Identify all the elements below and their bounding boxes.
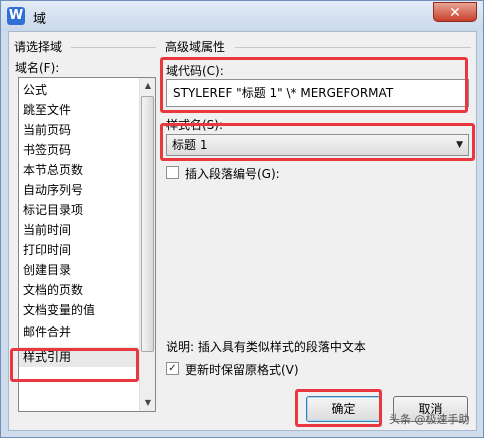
- right-group-divider: [235, 47, 471, 48]
- close-button[interactable]: ✕: [433, 2, 477, 22]
- dialog-window: W 域 ✕ 请选择域 域名(F): 公式 跳至文件 当前页码 书签页码 本节总页…: [0, 0, 484, 438]
- list-item[interactable]: 标记目录项: [23, 200, 83, 220]
- list-scrollbar[interactable]: ▲ ▼: [139, 78, 155, 411]
- list-item[interactable]: 当前页码: [23, 120, 71, 140]
- scroll-down-icon[interactable]: ▼: [140, 395, 155, 411]
- list-item[interactable]: 邮件合并: [23, 322, 71, 342]
- list-item[interactable]: 书签页码: [23, 140, 71, 160]
- list-item[interactable]: 文档变量的值: [23, 300, 95, 320]
- highlight-ok-button: [295, 389, 382, 427]
- list-item[interactable]: 自动序列号: [23, 180, 83, 200]
- insert-para-num-label[interactable]: 插入段落编号(G):: [185, 165, 280, 182]
- highlight-list-selection: [10, 348, 139, 382]
- list-item[interactable]: 当前时间: [23, 220, 71, 240]
- watermark-text: 头条 @极速手助: [389, 413, 470, 426]
- list-item[interactable]: 打印时间: [23, 240, 71, 260]
- wps-writer-icon: W: [7, 7, 25, 25]
- description-text: 说明: 插入具有类似样式的段落中文本: [166, 340, 366, 354]
- preserve-format-label[interactable]: 更新时保留原格式(V): [185, 361, 299, 378]
- preserve-format-checkbox[interactable]: ✓: [166, 362, 179, 375]
- scroll-thumb[interactable]: [141, 96, 154, 352]
- list-item[interactable]: 文档的页数: [23, 280, 83, 300]
- right-group-heading: 高级域属性: [165, 40, 226, 54]
- list-item[interactable]: 公式: [23, 80, 47, 100]
- scroll-up-icon[interactable]: ▲: [140, 78, 155, 94]
- list-item[interactable]: 本节总页数: [23, 160, 83, 180]
- highlight-style-name: [160, 123, 475, 161]
- checkmark-icon: ✓: [168, 363, 177, 374]
- left-group-divider: [71, 47, 156, 48]
- title-bar[interactable]: W 域 ✕: [1, 1, 483, 31]
- list-item[interactable]: 创建目录: [23, 260, 71, 280]
- list-item[interactable]: 跳至文件: [23, 100, 71, 120]
- field-names-label: 域名(F):: [15, 61, 60, 75]
- insert-para-num-checkbox[interactable]: [166, 166, 179, 179]
- left-group-heading: 请选择域: [14, 40, 63, 54]
- highlight-field-code: [160, 57, 468, 113]
- close-icon: ✕: [449, 5, 461, 21]
- window-title: 域: [33, 12, 47, 27]
